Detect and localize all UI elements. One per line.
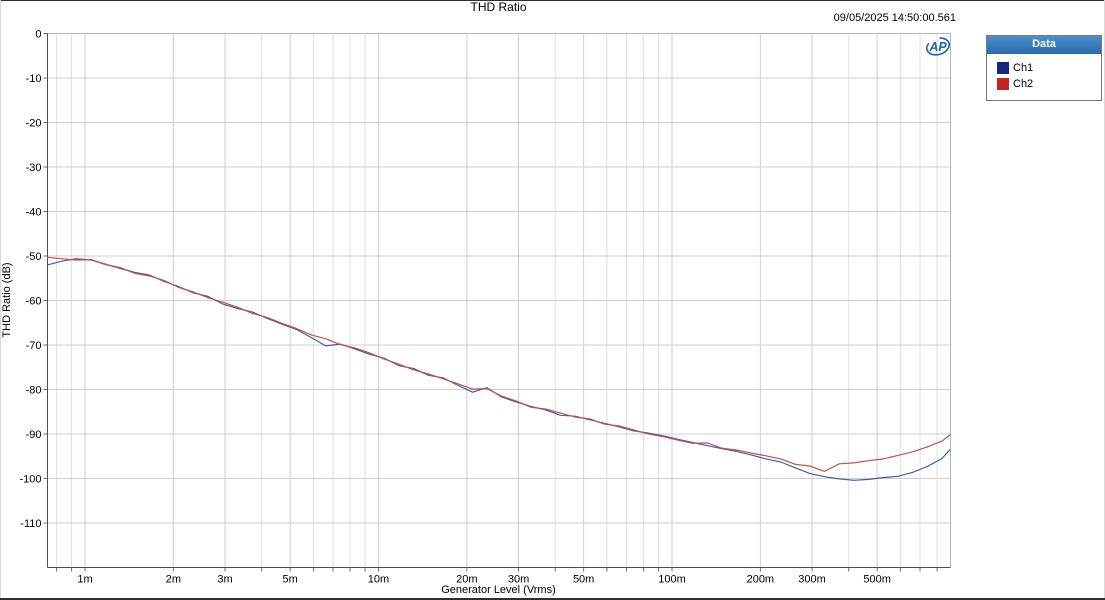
svg-text:AP: AP [928,40,947,54]
y-tick-label: -30 [26,162,42,174]
legend-item-ch1[interactable]: Ch1 [997,62,1095,74]
y-tick-label: -100 [19,474,41,486]
legend-item-ch2[interactable]: Ch2 [997,78,1095,90]
y-tick-label: -40 [26,207,42,219]
legend-item-ch1-label: Ch1 [1013,62,1034,74]
ch1-color-swatch [997,62,1009,74]
ch2-color-swatch [997,78,1009,90]
y-tick-label: -20 [26,118,42,130]
x-axis-title: Generator Level (Vrms) [441,584,556,596]
legend-panel[interactable]: Data Ch1 Ch2 [986,35,1102,101]
curve-ch2 [46,256,951,472]
legend-title[interactable]: Data [987,36,1101,54]
ap-logo: AP [925,37,951,56]
axis-ticks [43,33,938,572]
y-axis-title: THD Ratio (dB) [1,262,13,338]
y-tick-label: -60 [26,296,42,308]
gridlines [47,33,951,568]
y-tick-label: 0 [35,29,41,41]
legend-item-ch2-label: Ch2 [1013,78,1034,90]
y-tick-label: -70 [26,340,42,352]
thd-ratio-chart-window: THD Ratio 09/05/2025 14:50:00.561 1m 2m 3m… [0,0,1105,600]
y-tick-label: -10 [26,73,42,85]
y-tick-label: -110 [20,518,41,530]
legend-body: Ch1 Ch2 [987,54,1101,100]
y-tick-label: -90 [26,429,42,441]
curve-ch1 [46,258,951,481]
y-tick-label: -50 [26,251,42,263]
y-tick-label: -80 [26,385,42,397]
plot-area[interactable]: 1m 2m 3m 5m 10m 20m 30m 50m 100m 200m 300m 500m0-10… [0,0,1105,600]
